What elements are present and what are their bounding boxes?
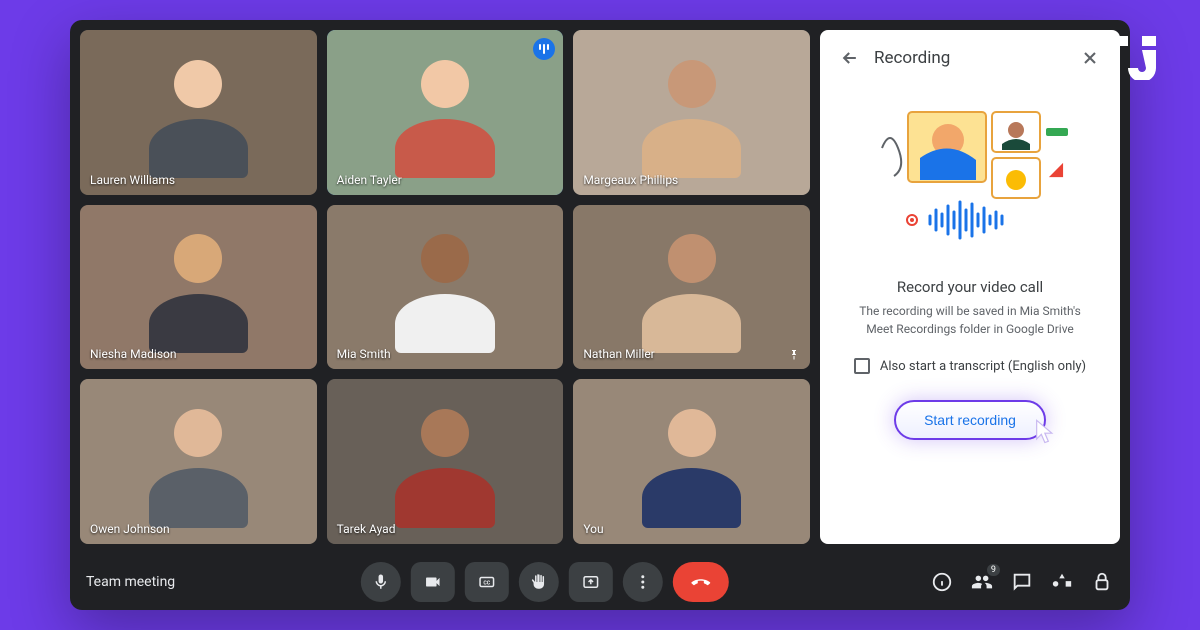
transcript-checkbox-row[interactable]: Also start a transcript (English only) — [840, 358, 1100, 374]
participant-name: You — [583, 522, 603, 536]
video-tile[interactable]: Margeaux Phillips — [573, 30, 810, 195]
svg-text:CC: CC — [483, 580, 490, 586]
video-tile[interactable]: Niesha Madison — [80, 205, 317, 370]
chat-button[interactable] — [1010, 570, 1034, 594]
cursor-icon — [1032, 418, 1060, 446]
video-feed — [327, 379, 564, 544]
video-tile[interactable]: Mia Smith — [327, 205, 564, 370]
video-tile[interactable]: Aiden Tayler — [327, 30, 564, 195]
video-feed — [573, 30, 810, 195]
checkbox-label: Also start a transcript (English only) — [880, 359, 1086, 374]
more-options-button[interactable] — [623, 562, 663, 602]
participant-name: Aiden Tayler — [337, 173, 402, 187]
video-feed — [80, 205, 317, 370]
video-tile[interactable]: You — [573, 379, 810, 544]
video-tile[interactable]: Tarek Ayad — [327, 379, 564, 544]
present-button[interactable] — [569, 562, 613, 602]
recording-illustration — [840, 98, 1100, 248]
mic-button[interactable] — [361, 562, 401, 602]
start-recording-button[interactable]: Start recording — [894, 400, 1046, 440]
participant-name: Mia Smith — [337, 347, 391, 361]
recording-description: The recording will be saved in Mia Smith… — [840, 302, 1100, 338]
participant-name: Tarek Ayad — [337, 522, 396, 536]
video-feed — [80, 379, 317, 544]
pin-icon — [788, 349, 800, 361]
recording-panel: Recording — [820, 30, 1120, 544]
participant-name: Niesha Madison — [90, 347, 177, 361]
participant-name: Nathan Miller — [583, 347, 654, 361]
video-feed — [80, 30, 317, 195]
panel-title: Recording — [874, 48, 1066, 68]
host-controls-button[interactable] — [1090, 570, 1114, 594]
video-feed — [327, 30, 564, 195]
video-grid: Lauren Williams Aiden Tayler Margeaux Ph… — [70, 20, 820, 554]
participant-name: Owen Johnson — [90, 522, 170, 536]
video-feed — [573, 379, 810, 544]
close-icon[interactable] — [1080, 48, 1100, 68]
people-button[interactable]: 9 — [970, 570, 994, 594]
participant-name: Lauren Williams — [90, 173, 175, 187]
meet-window: Lauren Williams Aiden Tayler Margeaux Ph… — [70, 20, 1130, 610]
video-tile[interactable]: Lauren Williams — [80, 30, 317, 195]
activities-button[interactable] — [1050, 570, 1074, 594]
controls-bar: Team meeting CC — [70, 554, 1130, 610]
video-feed — [573, 205, 810, 370]
recording-heading: Record your video call — [840, 278, 1100, 296]
video-feed — [327, 205, 564, 370]
participant-count-badge: 9 — [987, 564, 1000, 576]
captions-button[interactable]: CC — [465, 562, 509, 602]
checkbox-icon — [854, 358, 870, 374]
end-call-button[interactable] — [673, 562, 729, 602]
video-tile[interactable]: Nathan Miller — [573, 205, 810, 370]
back-icon[interactable] — [840, 48, 860, 68]
video-tile[interactable]: Owen Johnson — [80, 379, 317, 544]
raise-hand-button[interactable] — [519, 562, 559, 602]
info-button[interactable] — [930, 570, 954, 594]
meeting-title: Team meeting — [86, 574, 175, 590]
camera-button[interactable] — [411, 562, 455, 602]
participant-name: Margeaux Phillips — [583, 173, 678, 187]
